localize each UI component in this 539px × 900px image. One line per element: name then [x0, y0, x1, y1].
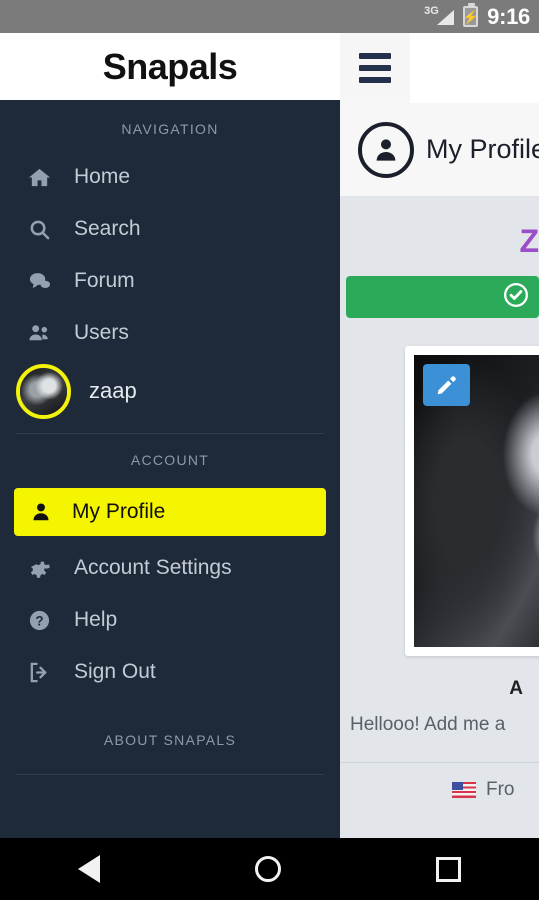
sidebar-label-sign-out: Sign Out — [74, 660, 156, 683]
battery-charging-icon: ⚡ — [462, 3, 479, 27]
user-avatar[interactable] — [16, 363, 71, 419]
status-bar: 3G ⚡ 9:16 — [0, 0, 539, 33]
sidebar-label-search: Search — [74, 217, 141, 240]
sidebar-item-search[interactable]: Search — [0, 203, 340, 255]
users-icon — [26, 322, 52, 345]
gear-icon — [26, 557, 52, 580]
content-panel: My Profile Z A Hellooo! Add me a Fro — [340, 103, 539, 838]
navigation-list: Home Search Forum Users — [0, 151, 340, 359]
app-logo-text: Snapals — [102, 45, 238, 87]
svg-text:?: ? — [35, 613, 43, 628]
sidebar-item-my-profile[interactable]: My Profile — [14, 488, 326, 536]
chat-bubbles-icon — [26, 270, 52, 293]
app-bar: Snapals — [0, 33, 539, 103]
page-title: My Profile — [426, 134, 539, 164]
brand-area: Snapals — [0, 33, 340, 103]
sidebar-label-help: Help — [74, 608, 118, 631]
about-divider — [16, 774, 324, 775]
profile-bio-text: Hellooo! Add me a — [350, 714, 506, 735]
sidebar-label-forum: Forum — [74, 269, 135, 292]
person-icon — [30, 501, 52, 523]
profile-name-heading: Z — [519, 223, 539, 259]
avatar-photo — [20, 367, 67, 415]
sidebar-label-account-settings: Account Settings — [74, 556, 232, 579]
check-circle-icon — [503, 282, 529, 313]
profile-photo — [414, 355, 539, 647]
burger-line-3 — [359, 77, 391, 83]
signal-triangle — [437, 9, 455, 25]
app-bar-spacer — [410, 33, 539, 103]
sidebar-label-home: Home — [74, 165, 131, 188]
profile-photo-card — [405, 346, 539, 656]
sidebar-label-my-profile: My Profile — [72, 500, 166, 523]
sidebar-user-row[interactable]: zaap — [0, 359, 340, 423]
from-row: Fro — [340, 763, 539, 801]
android-nav-bar — [0, 838, 539, 900]
sidebar-item-help[interactable]: ? Help — [0, 594, 340, 646]
about-heading: A — [509, 678, 523, 699]
navigation-section-label: NAVIGATION — [121, 121, 219, 137]
sidebar-username: zaap — [89, 378, 137, 403]
from-label: Fro — [486, 779, 515, 800]
sidebar-item-forum[interactable]: Forum — [0, 255, 340, 307]
about-section-label: ABOUT SNAPALS — [103, 732, 237, 748]
recents-square-icon[interactable] — [436, 856, 462, 882]
person-circle-icon — [358, 121, 414, 178]
question-mark-icon: ? — [26, 609, 52, 632]
search-icon — [26, 218, 52, 241]
home-icon — [26, 166, 52, 189]
signal-bars-icon: 3G — [424, 5, 455, 28]
navigation-drawer: NAVIGATION Home Search Forum Users zaap … — [0, 103, 340, 838]
success-alert-bar — [346, 276, 539, 318]
burger-line-1 — [359, 53, 391, 59]
home-circle-icon[interactable] — [254, 856, 281, 882]
sidebar-label-users: Users — [74, 321, 129, 344]
back-icon[interactable] — [77, 855, 100, 883]
sidebar-item-sign-out[interactable]: Sign Out — [0, 646, 340, 698]
status-time: 9:16 — [487, 3, 530, 29]
sidebar-item-users[interactable]: Users — [0, 307, 340, 359]
sidebar-item-home[interactable]: Home — [0, 151, 340, 203]
sign-out-icon — [26, 661, 52, 684]
account-section-label: ACCOUNT — [130, 452, 210, 468]
charging-bolt: ⚡ — [462, 9, 479, 24]
us-flag-icon — [452, 782, 476, 798]
sidebar-item-account-settings[interactable]: Account Settings — [0, 542, 340, 594]
hamburger-menu-icon[interactable] — [340, 33, 410, 103]
burger-line-2 — [359, 65, 391, 71]
pencil-edit-icon[interactable] — [423, 364, 470, 406]
phone-screen: 3G ⚡ 9:16 Snapals NAVIGATION Home Search… — [0, 0, 539, 900]
profile-header: My Profile — [340, 103, 539, 197]
